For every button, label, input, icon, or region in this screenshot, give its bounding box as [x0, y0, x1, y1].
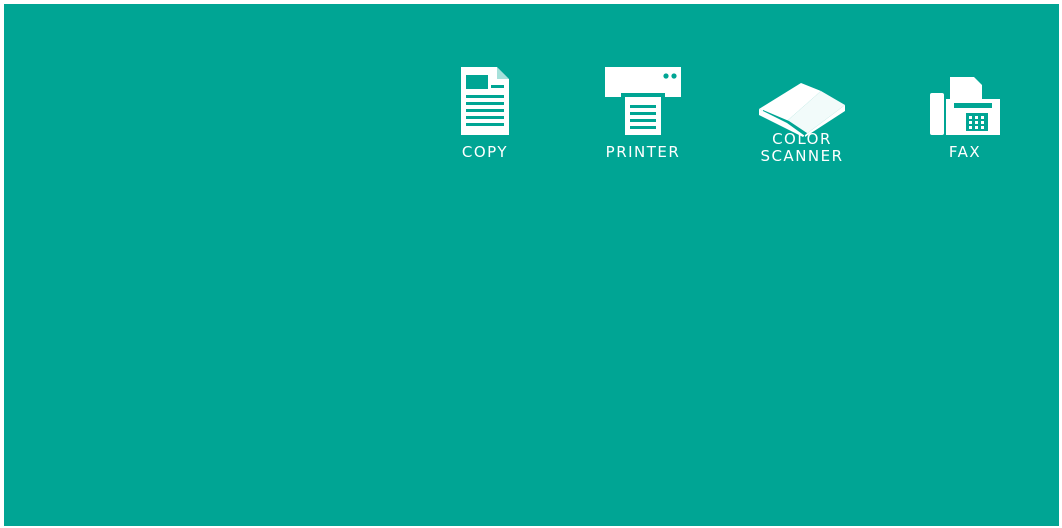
document-icon: [430, 62, 540, 137]
feature-copy: COPY: [430, 62, 540, 161]
feature-banner: COPY PRINTER COLOR SCANNER FAX: [4, 4, 1059, 526]
feature-color-scanner-label-line2: SCANNER: [760, 147, 844, 165]
feature-color-scanner: COLOR SCANNER: [747, 62, 857, 165]
feature-printer: PRINTER: [588, 62, 698, 161]
flatbed-scanner-icon: [747, 62, 857, 137]
feature-copy-label: COPY: [461, 143, 509, 161]
feature-printer-label: PRINTER: [605, 143, 681, 161]
fax-machine-icon: [910, 62, 1020, 137]
feature-fax: FAX: [910, 62, 1020, 161]
printer-icon: [588, 62, 698, 137]
feature-fax-label: FAX: [948, 143, 982, 161]
